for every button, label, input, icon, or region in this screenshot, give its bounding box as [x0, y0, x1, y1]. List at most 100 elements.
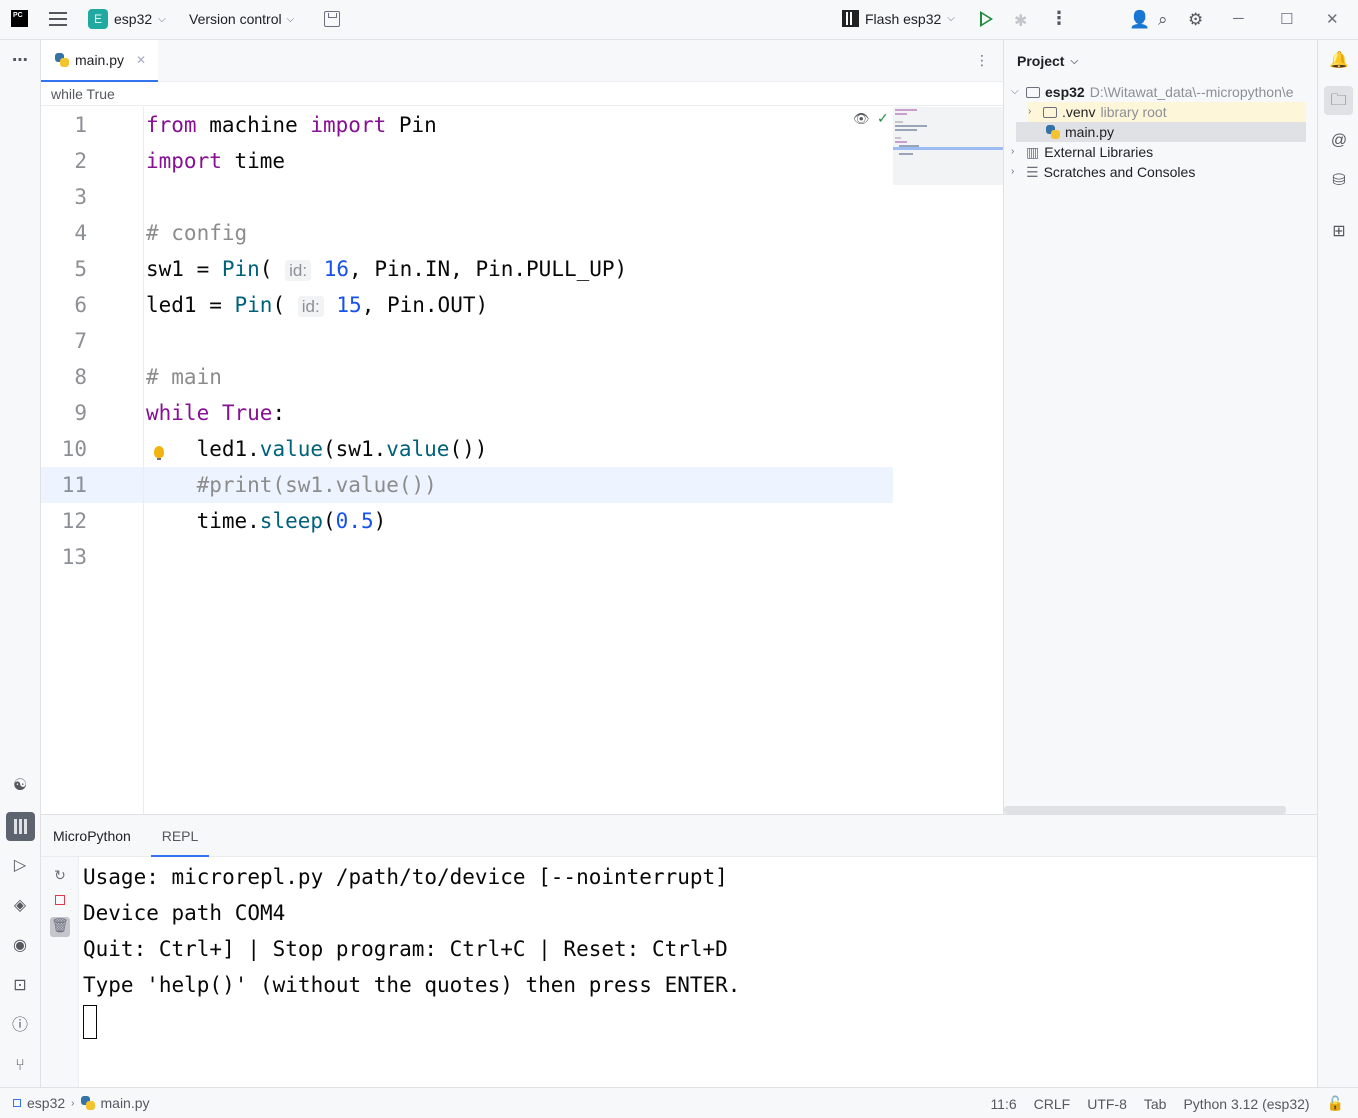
tree-item-root[interactable]: ⌵ esp32 D:\Witawat_data\--micropython\e — [1011, 82, 1311, 102]
run-configuration-selector[interactable]: Flash esp32 ⌵ — [842, 10, 955, 27]
tree-item-venv[interactable]: › .venv library root — [1028, 102, 1306, 122]
close-window-icon[interactable]: ✕ — [1326, 10, 1339, 28]
text-cursor — [83, 1005, 97, 1039]
trash-icon[interactable]: 🗑 — [50, 917, 70, 937]
python-console-icon[interactable]: ☯ — [10, 776, 30, 796]
tree-item-scratches[interactable]: › ☰ Scratches and Consoles — [1011, 162, 1311, 182]
tab-main-py[interactable]: main.py ✕ — [41, 40, 158, 82]
tab-options-icon[interactable]: ⋮ — [975, 52, 989, 69]
close-icon[interactable]: ✕ — [136, 53, 146, 67]
code-line-1[interactable]: from machine import Pin — [146, 107, 437, 143]
lock-icon[interactable]: 🔓 — [1327, 1095, 1344, 1112]
line-number[interactable]: 7 — [41, 323, 87, 359]
chevron-right-icon[interactable]: › — [1011, 142, 1021, 162]
add-user-icon[interactable]: 👤 — [1129, 10, 1150, 30]
status-breadcrumb[interactable]: esp32 › main.py — [13, 1095, 150, 1111]
breadcrumb[interactable]: while True — [41, 82, 1003, 106]
tab-label: main.py — [75, 52, 125, 68]
project-panel-header[interactable]: Project ⌵ — [1017, 53, 1078, 69]
code-line-8[interactable]: # main — [146, 359, 222, 395]
code-line-4[interactable]: # config — [146, 215, 247, 251]
scratches-icon: ☰ — [1026, 164, 1039, 180]
code-line-12[interactable]: time.sleep(0.5) — [146, 503, 387, 539]
run-icon[interactable] — [980, 11, 993, 27]
inspection-eye-icon[interactable]: 👁 — [853, 111, 870, 127]
micropython-icon — [842, 10, 859, 27]
micropython-tool-window: MicroPython REPL ↻ 🗑 Usage: microrepl.py… — [41, 814, 1317, 1088]
chevron-right-icon[interactable]: › — [1011, 162, 1021, 182]
python-interpreter[interactable]: Python 3.12 (esp32) — [1183, 1096, 1309, 1112]
code-line-9[interactable]: while True: — [146, 395, 285, 431]
services-icon[interactable]: ◉ — [10, 936, 30, 956]
version-control-label: Version control — [189, 11, 282, 27]
code-minimap[interactable] — [893, 107, 1003, 185]
parameter-hint: id: — [297, 296, 324, 317]
editor-tab-bar: main.py ✕ ⋮ — [41, 40, 1003, 82]
minimize-window-icon[interactable]: ─ — [1233, 10, 1244, 27]
line-number[interactable]: 5 — [41, 251, 87, 287]
line-number[interactable]: 12 — [41, 503, 87, 539]
line-number[interactable]: 1 — [41, 107, 87, 143]
tab-repl[interactable]: REPL — [151, 815, 209, 857]
problems-icon[interactable]: ⓘ — [10, 1016, 30, 1036]
tree-item-external-libraries[interactable]: › ▥ External Libraries — [1011, 142, 1311, 162]
search-icon[interactable]: ⌕ — [1158, 10, 1168, 30]
console-line: Quit: Ctrl+] | Stop program: Ctrl+C | Re… — [83, 937, 728, 961]
chevron-right-icon[interactable]: › — [1028, 102, 1038, 122]
more-tools-icon[interactable]: ⋯ — [10, 51, 30, 71]
checkmark-icon[interactable]: ✓ — [877, 110, 889, 127]
stop-icon[interactable] — [55, 895, 65, 905]
debug-icon[interactable]: ✱ — [1014, 11, 1027, 31]
structure-icon[interactable]: ⊞ — [1329, 222, 1349, 242]
indent-setting[interactable]: Tab — [1144, 1096, 1167, 1112]
line-separator[interactable]: CRLF — [1034, 1096, 1071, 1112]
pycharm-logo-icon[interactable]: PC — [11, 10, 28, 27]
more-actions-icon[interactable]: ⋮ — [1050, 8, 1068, 29]
database-icon[interactable]: ⛁ — [1329, 171, 1349, 191]
rerun-icon[interactable]: ↻ — [52, 867, 68, 883]
line-number[interactable]: 4 — [41, 215, 87, 251]
bell-icon[interactable]: 🔔 — [1329, 51, 1349, 71]
layers-icon[interactable]: ◈ — [10, 896, 30, 916]
run-tool-icon[interactable]: ▷ — [10, 856, 30, 876]
project-switcher[interactable]: E esp32 ⌵ — [88, 9, 166, 29]
maximize-window-icon[interactable]: ☐ — [1280, 10, 1293, 28]
line-number[interactable]: 13 — [41, 539, 87, 575]
save-icon[interactable] — [324, 11, 340, 27]
folder-icon — [1026, 86, 1040, 98]
chevron-down-icon: ⌵ — [158, 13, 166, 25]
project-panel: Project ⌵ ⌵ esp32 D:\Witawat_data\--micr… — [1003, 40, 1317, 814]
code-line-6[interactable]: led1 = Pin( id: 15, Pin.OUT) — [146, 287, 488, 323]
right-tool-strip: 🔔 🗀 @ ⛁ ⊞ — [1317, 40, 1358, 1087]
line-number[interactable]: 10 — [41, 431, 87, 467]
gear-icon[interactable]: ⚙ — [1188, 10, 1203, 30]
intention-bulb-icon[interactable] — [154, 446, 164, 460]
chevron-down-icon: ⌵ — [947, 13, 955, 24]
caret-position[interactable]: 11:6 — [990, 1096, 1016, 1112]
code-line-2[interactable]: import time — [146, 143, 285, 179]
ai-assistant-icon[interactable]: @ — [1329, 131, 1349, 151]
line-number[interactable]: 9 — [41, 395, 87, 431]
folder-icon[interactable]: 🗀 — [1324, 86, 1353, 115]
file-encoding[interactable]: UTF-8 — [1087, 1096, 1127, 1112]
project-badge: E — [88, 9, 108, 29]
horizontal-scrollbar[interactable] — [1004, 806, 1286, 814]
code-line-10[interactable]: led1.value(sw1.value()) — [146, 431, 488, 467]
line-number[interactable]: 8 — [41, 359, 87, 395]
line-number[interactable]: 3 — [41, 179, 87, 215]
console-input-line[interactable] — [83, 1003, 740, 1039]
line-number[interactable]: 2 — [41, 143, 87, 179]
code-line-5[interactable]: sw1 = Pin( id: 16, Pin.IN, Pin.PULL_UP) — [146, 251, 627, 287]
tree-item-main-py[interactable]: main.py — [1016, 122, 1306, 142]
hamburger-icon[interactable] — [49, 12, 67, 28]
version-control-menu[interactable]: Version control ⌵ — [189, 11, 294, 27]
line-number[interactable]: 11 — [41, 467, 87, 503]
terminal-icon[interactable]: ⊡ — [10, 976, 30, 996]
code-line-11[interactable]: #print(sw1.value()) — [146, 467, 437, 503]
chevron-down-icon[interactable]: ⌵ — [1011, 82, 1021, 102]
line-number[interactable]: 6 — [41, 287, 87, 323]
git-icon[interactable]: ⑂ — [10, 1056, 30, 1076]
micropython-tool-icon[interactable] — [6, 812, 35, 841]
repl-console[interactable]: Usage: microrepl.py /path/to/device [--n… — [83, 859, 740, 1039]
code-editor[interactable]: 1 2 3 4 5 6 7 8 9 10 11 12 13 from machine import Pi… — [41, 107, 1003, 814]
